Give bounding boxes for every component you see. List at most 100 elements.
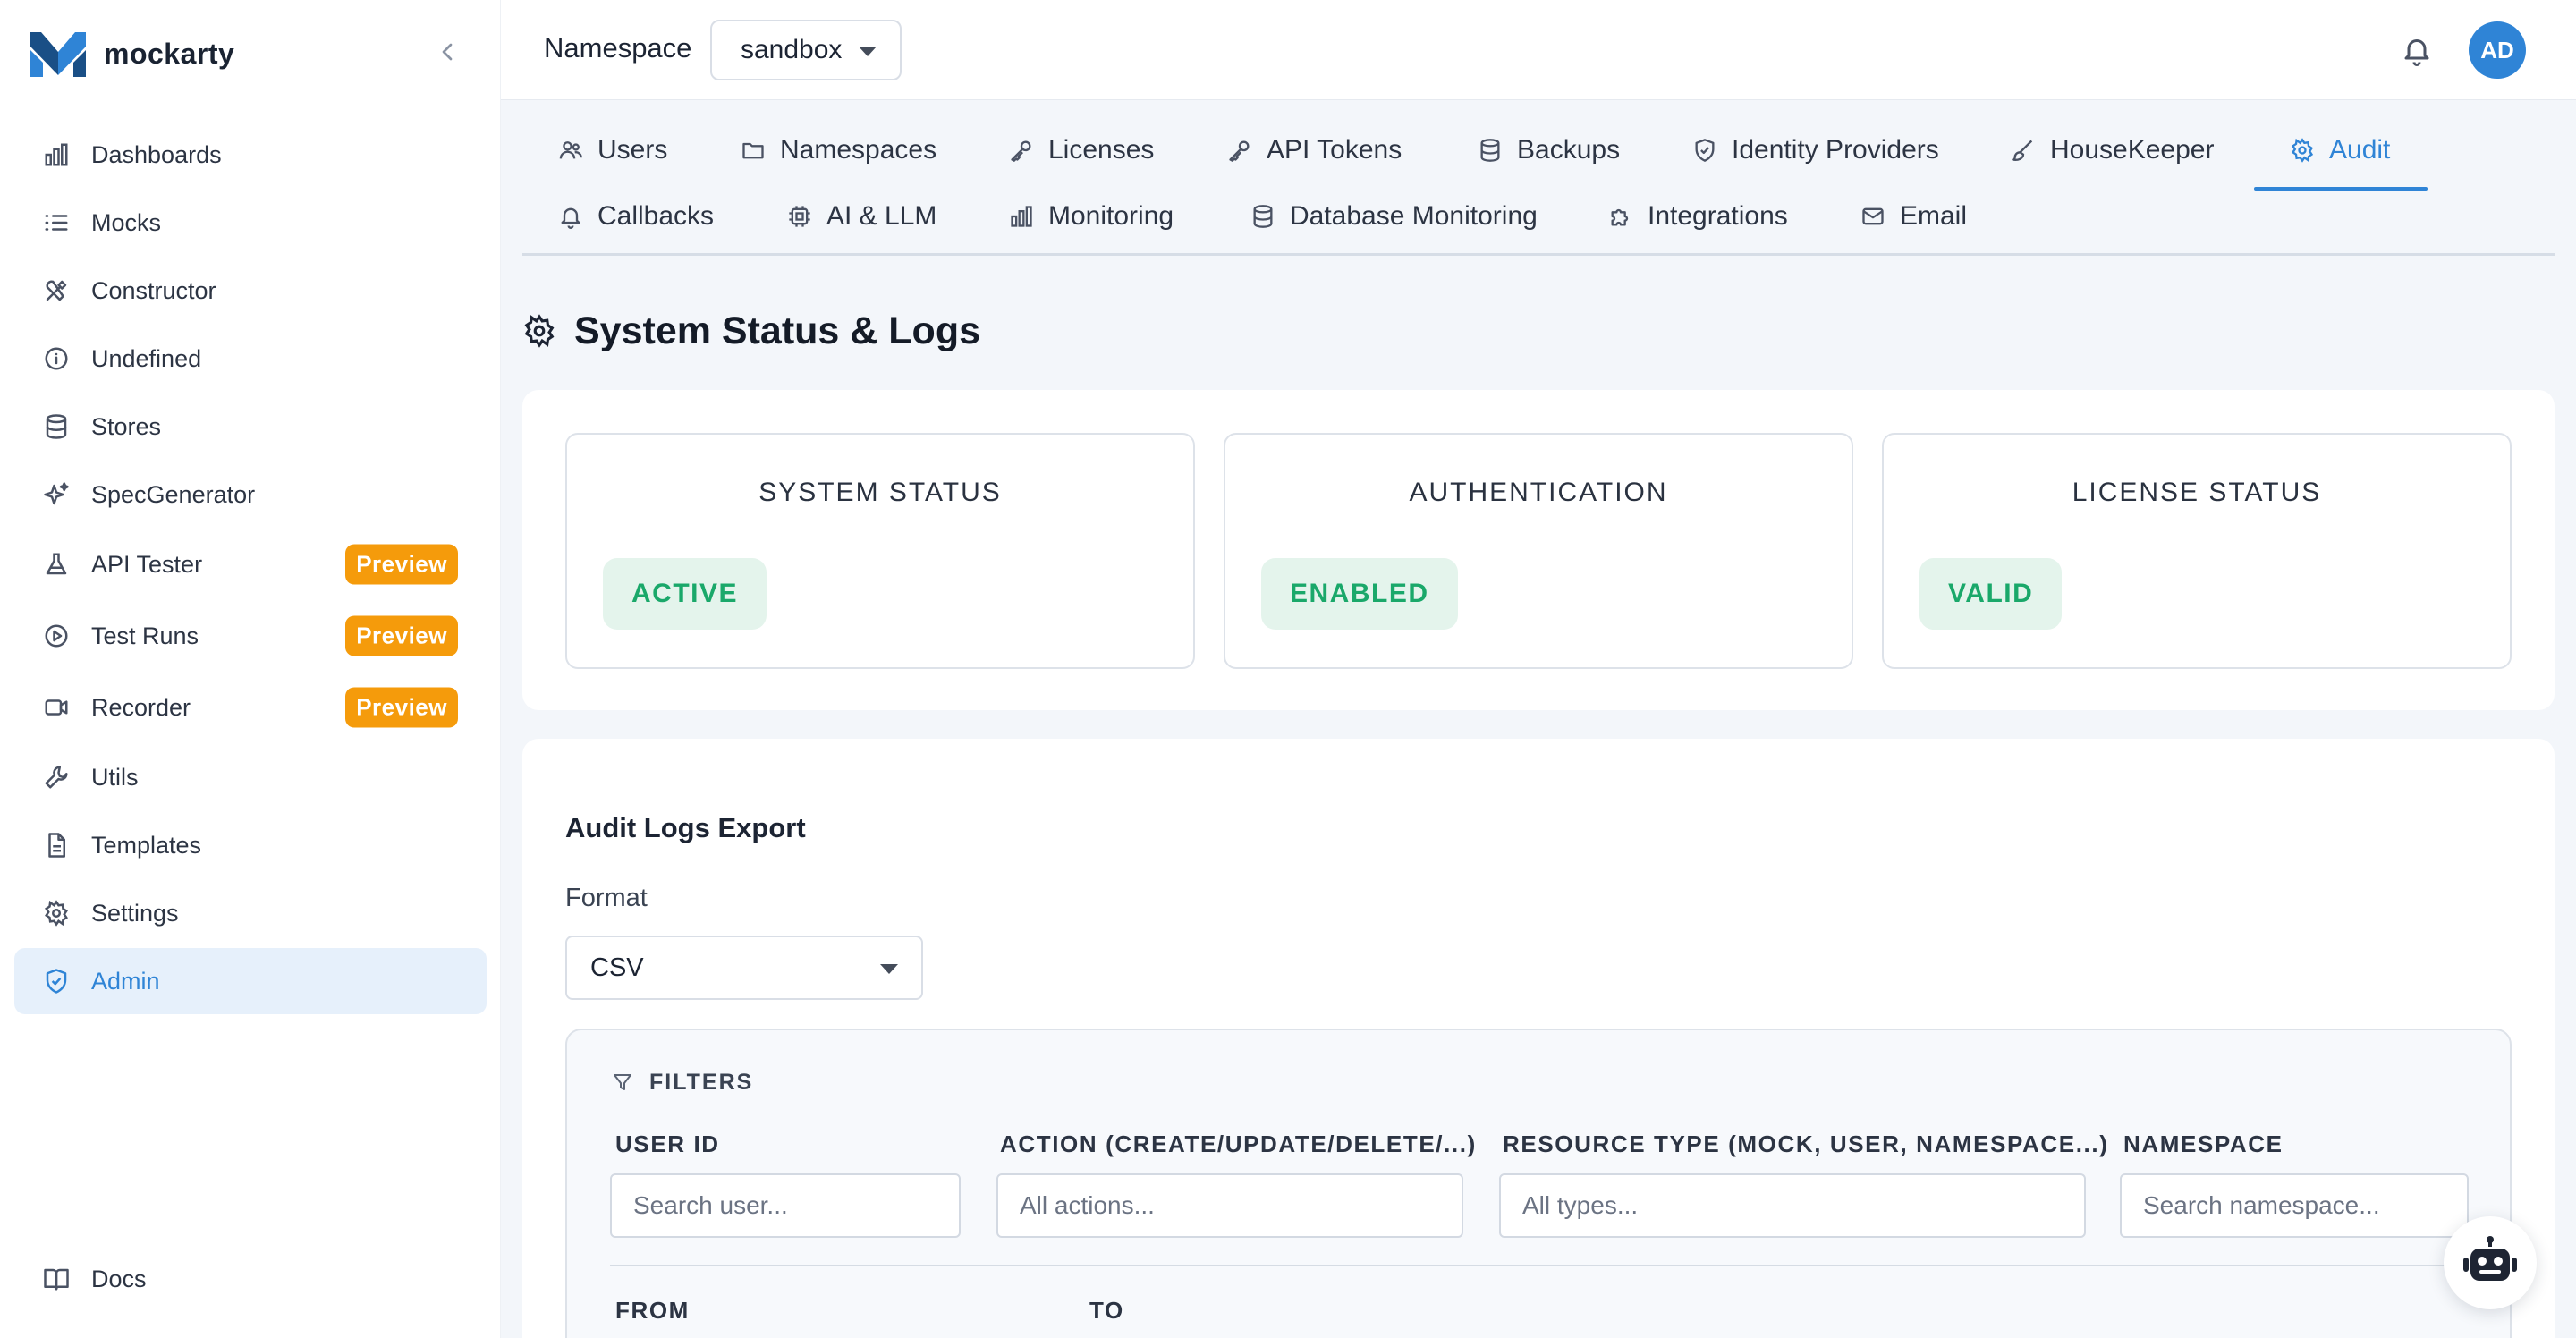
brand[interactable]: mockarty — [30, 27, 234, 80]
sidebar-item-constructor[interactable]: Constructor — [14, 258, 487, 324]
audit-export-panel: Audit Logs Export Format CSV FILTERS USE… — [522, 739, 2555, 1338]
mail-icon — [1860, 204, 1885, 229]
sidebar-item-recorder[interactable]: Recorder Preview — [14, 673, 487, 742]
resource-type-input[interactable] — [1499, 1173, 2086, 1238]
preview-badge: Preview — [345, 615, 458, 656]
tab-label: Monitoring — [1048, 201, 1174, 231]
key-icon — [1227, 138, 1252, 163]
shield-icon — [1692, 138, 1717, 163]
tab-namespaces[interactable]: Namespaces — [741, 123, 936, 177]
sidebar-item-mocks[interactable]: Mocks — [14, 190, 487, 256]
namespace-select[interactable]: sandbox — [710, 20, 902, 80]
info-icon — [43, 345, 70, 372]
gear-icon — [2290, 138, 2315, 163]
tab-ai-llm[interactable]: AI & LLM — [787, 190, 936, 243]
sidebar-item-templates[interactable]: Templates — [14, 812, 487, 878]
sidebar-item-specgenerator[interactable]: SpecGenerator — [14, 462, 487, 528]
tools-icon — [43, 277, 70, 304]
user-id-label: USER ID — [615, 1131, 720, 1157]
assistant-button[interactable] — [2444, 1216, 2537, 1309]
tab-email[interactable]: Email — [1860, 190, 1967, 243]
filters-divider — [610, 1265, 2470, 1266]
status-badge: VALID — [1919, 558, 2063, 630]
sidebar-item-label: SpecGenerator — [91, 480, 256, 508]
action-input[interactable] — [996, 1173, 1463, 1238]
list-icon — [43, 209, 70, 236]
sidebar-nav: Dashboards Mocks Constructor Undefined S… — [14, 122, 487, 1016]
bar-chart-icon — [43, 141, 70, 168]
tab-label: Email — [1900, 201, 1968, 231]
format-select[interactable]: CSV — [565, 936, 923, 1000]
active-tab-indicator — [2254, 187, 2428, 191]
sidebar-item-label: Mocks — [91, 208, 162, 236]
tab-backups[interactable]: Backups — [1478, 123, 1620, 177]
tab-monitoring[interactable]: Monitoring — [1009, 190, 1174, 243]
top-bar: Namespace sandbox AD — [501, 0, 2576, 100]
sidebar-item-label: API Tester — [91, 550, 203, 578]
sidebar-item-test-runs[interactable]: Test Runs Preview — [14, 601, 487, 671]
caret-down-icon — [880, 964, 898, 974]
tab-api-tokens[interactable]: API Tokens — [1227, 123, 1402, 177]
tab-label: Licenses — [1048, 135, 1155, 165]
sidebar-item-dashboards[interactable]: Dashboards — [14, 122, 487, 188]
bell-icon[interactable] — [2401, 34, 2433, 66]
sidebar-item-stores[interactable]: Stores — [14, 394, 487, 460]
avatar[interactable]: AD — [2469, 21, 2526, 79]
admin-tabs: Users Namespaces Licenses API Tokens Bac… — [522, 123, 2555, 256]
tab-label: Identity Providers — [1732, 135, 1939, 165]
tab-label: Audit — [2329, 135, 2391, 165]
database-icon — [1250, 204, 1275, 229]
sidebar-item-api-tester[interactable]: API Tester Preview — [14, 529, 487, 599]
filter-icon — [612, 1071, 633, 1093]
sidebar-item-docs[interactable]: Docs — [43, 1252, 147, 1306]
tab-housekeeper[interactable]: HouseKeeper — [2011, 123, 2214, 177]
brush-icon — [2011, 138, 2036, 163]
play-circle-icon — [43, 622, 70, 649]
tab-label: Backups — [1517, 135, 1621, 165]
tab-label: AI & LLM — [826, 201, 937, 231]
user-id-input[interactable] — [610, 1173, 961, 1238]
tab-users[interactable]: Users — [558, 123, 667, 177]
preview-badge: Preview — [345, 544, 458, 585]
tab-callbacks[interactable]: Callbacks — [558, 190, 714, 243]
robot-icon — [2462, 1234, 2519, 1291]
wrench-icon — [43, 764, 70, 791]
system-status-card: SYSTEM STATUS ACTIVE — [565, 433, 1195, 669]
chip-icon — [787, 204, 812, 229]
sidebar-item-label: Utils — [91, 763, 139, 791]
file-icon — [43, 832, 70, 859]
sidebar-item-undefined[interactable]: Undefined — [14, 326, 487, 392]
to-label: TO — [1089, 1297, 1124, 1324]
tab-licenses[interactable]: Licenses — [1009, 123, 1154, 177]
chevron-left-icon[interactable] — [433, 38, 462, 66]
status-panel: SYSTEM STATUS ACTIVE AUTHENTICATION ENAB… — [522, 390, 2555, 710]
sidebar-item-label: Templates — [91, 831, 202, 859]
caret-down-icon — [859, 47, 877, 56]
tab-label: Callbacks — [597, 201, 715, 231]
filters-box: FILTERS USER ID ACTION (CREATE/UPDATE/DE… — [565, 1029, 2512, 1338]
sidebar-item-label: Recorder — [91, 693, 191, 721]
book-icon — [43, 1266, 70, 1292]
puzzle-icon — [1608, 204, 1633, 229]
tab-identity-providers[interactable]: Identity Providers — [1692, 123, 1939, 177]
card-heading: LICENSE STATUS — [2072, 478, 2322, 507]
brand-name: mockarty — [104, 37, 235, 70]
sidebar-item-settings[interactable]: Settings — [14, 880, 487, 946]
docs-label: Docs — [91, 1265, 147, 1292]
authentication-card: AUTHENTICATION ENABLED — [1224, 433, 1853, 669]
namespace-filter-input[interactable] — [2120, 1173, 2469, 1238]
sidebar-item-utils[interactable]: Utils — [14, 744, 487, 810]
license-status-card: LICENSE STATUS VALID — [1882, 433, 2512, 669]
tab-label: HouseKeeper — [2050, 135, 2215, 165]
tab-label: Namespaces — [780, 135, 937, 165]
sidebar-item-admin[interactable]: Admin — [14, 948, 487, 1014]
status-badge: ACTIVE — [603, 558, 767, 630]
sparkles-icon — [43, 481, 70, 508]
folder-icon — [741, 138, 766, 163]
tab-label: API Tokens — [1267, 135, 1402, 165]
tab-audit[interactable]: Audit — [2290, 123, 2390, 177]
sidebar-item-label: Dashboards — [91, 140, 222, 168]
tab-integrations[interactable]: Integrations — [1608, 190, 1788, 243]
tab-database-monitoring[interactable]: Database Monitoring — [1250, 190, 1538, 243]
sidebar-item-label: Settings — [91, 899, 179, 927]
